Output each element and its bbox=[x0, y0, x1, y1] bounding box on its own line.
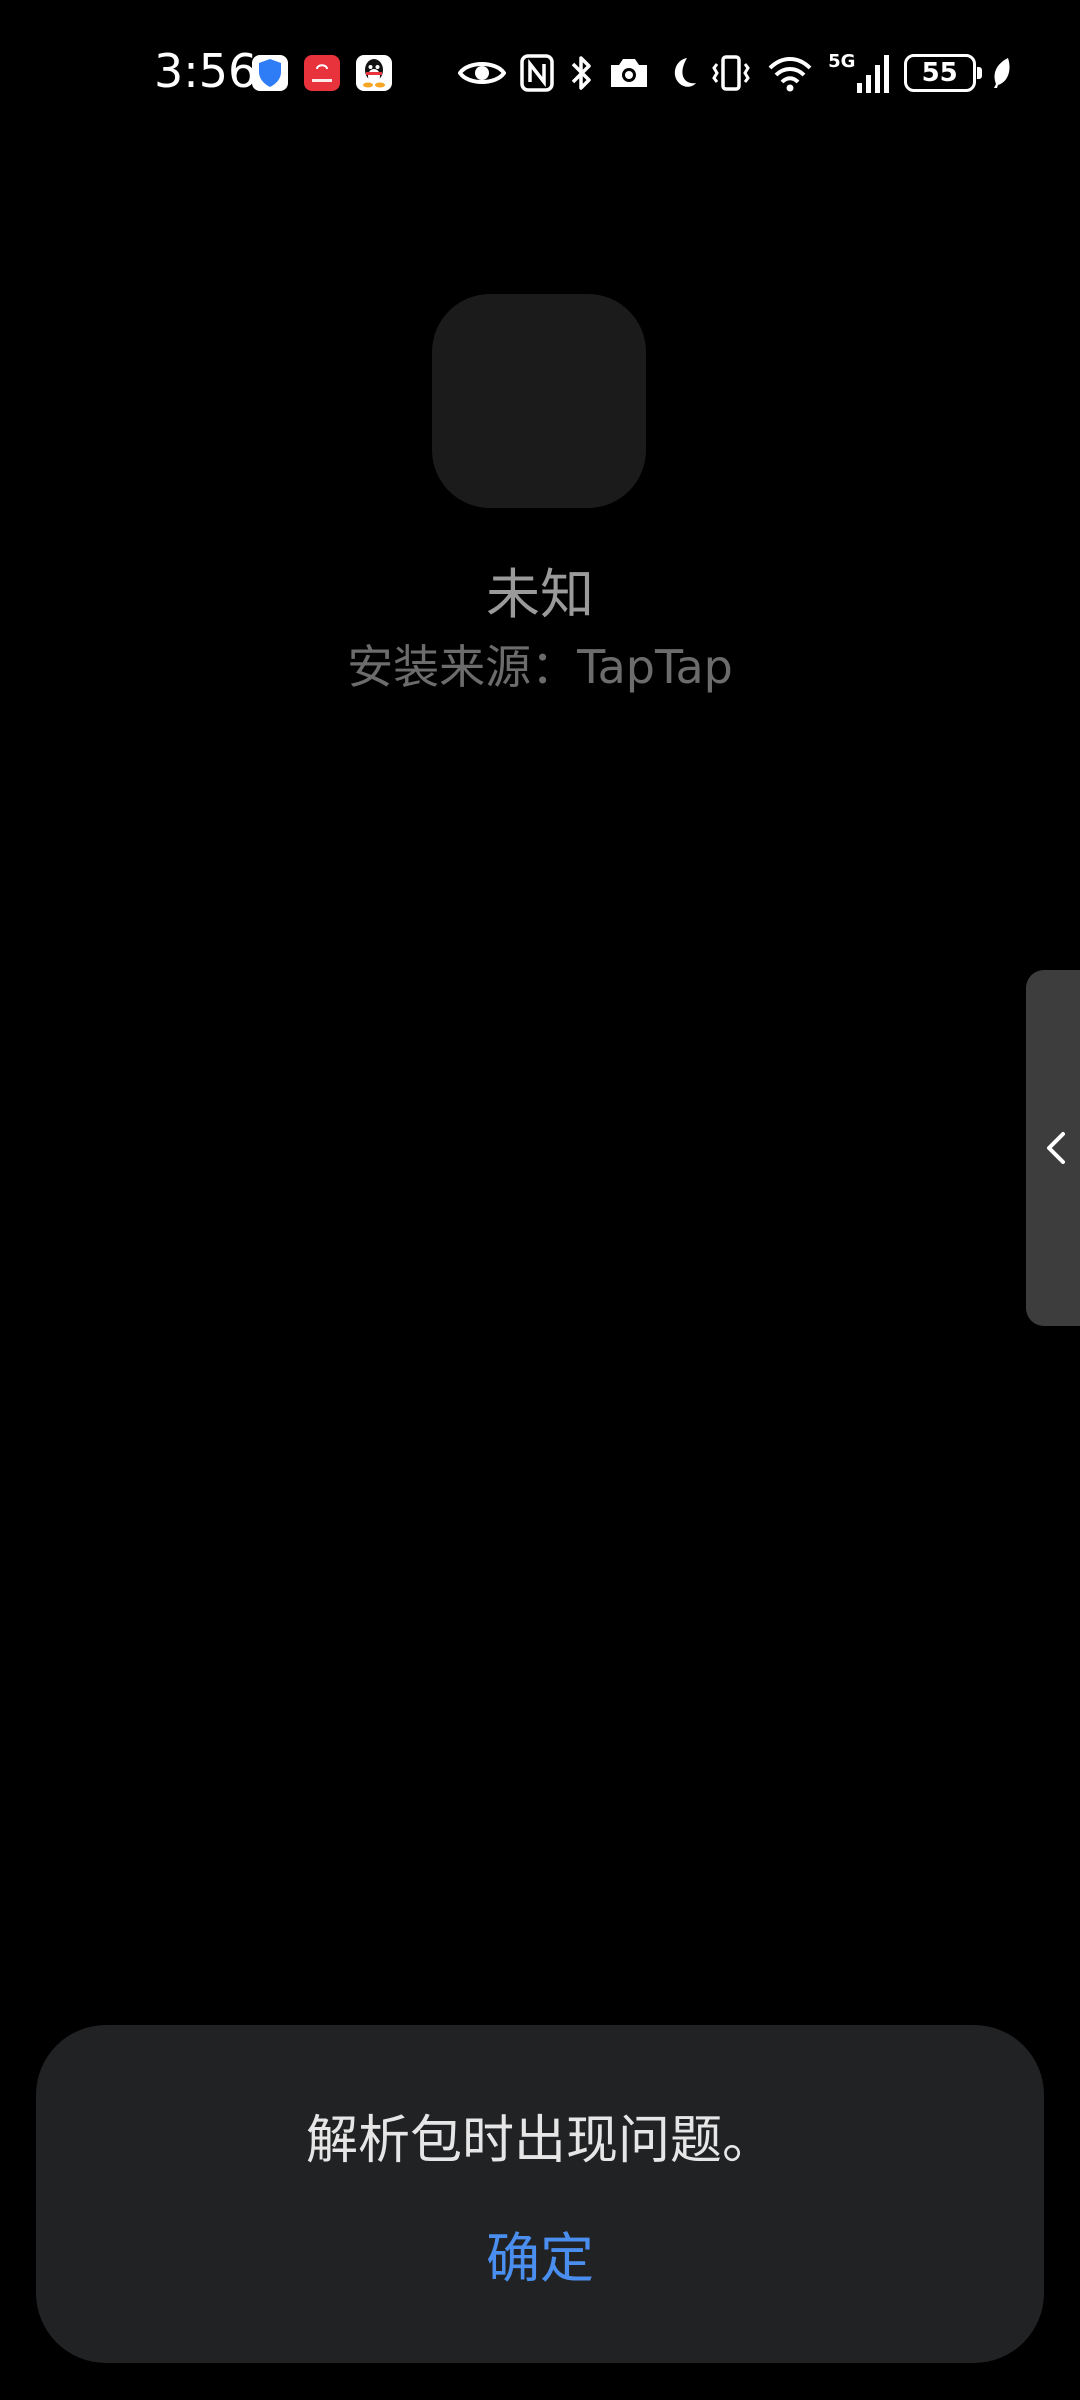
install-source: 安装来源：TapTap bbox=[347, 640, 733, 694]
dialog-message: 解析包时出现问题。 bbox=[305, 2111, 774, 2171]
moon-icon bbox=[675, 58, 697, 87]
nfc-icon bbox=[520, 54, 555, 92]
app-name: 未知 bbox=[486, 563, 594, 626]
battery-level: 55 bbox=[921, 58, 958, 88]
confirm-button[interactable]: 确定 bbox=[440, 2219, 640, 2299]
eye-comfort-icon bbox=[458, 62, 506, 84]
notification-icons bbox=[252, 55, 392, 91]
vibrate-icon bbox=[712, 55, 751, 91]
wifi-icon bbox=[768, 57, 812, 92]
system-icons: 5G 55 bbox=[458, 48, 1012, 98]
network-label: 5G bbox=[828, 51, 856, 72]
huawei-store-icon bbox=[304, 55, 340, 91]
battery-icon: 55 bbox=[903, 54, 982, 92]
qq-penguin-icon bbox=[356, 55, 392, 91]
bluetooth-icon bbox=[571, 56, 591, 90]
side-panel-handle[interactable] bbox=[1026, 970, 1080, 1326]
leaf-icon bbox=[993, 58, 1010, 88]
app-icon-placeholder bbox=[432, 294, 646, 508]
shield-app-icon bbox=[252, 55, 288, 91]
5g-signal-icon: 5G bbox=[828, 51, 890, 93]
camera-icon bbox=[610, 59, 647, 87]
error-dialog: 解析包时出现问题。 确定 bbox=[36, 2025, 1044, 2363]
status-time: 3:56 bbox=[154, 44, 258, 98]
status-bar: 3:56 5G 55 bbox=[0, 0, 1080, 140]
chevron-left-icon bbox=[1047, 1132, 1065, 1164]
